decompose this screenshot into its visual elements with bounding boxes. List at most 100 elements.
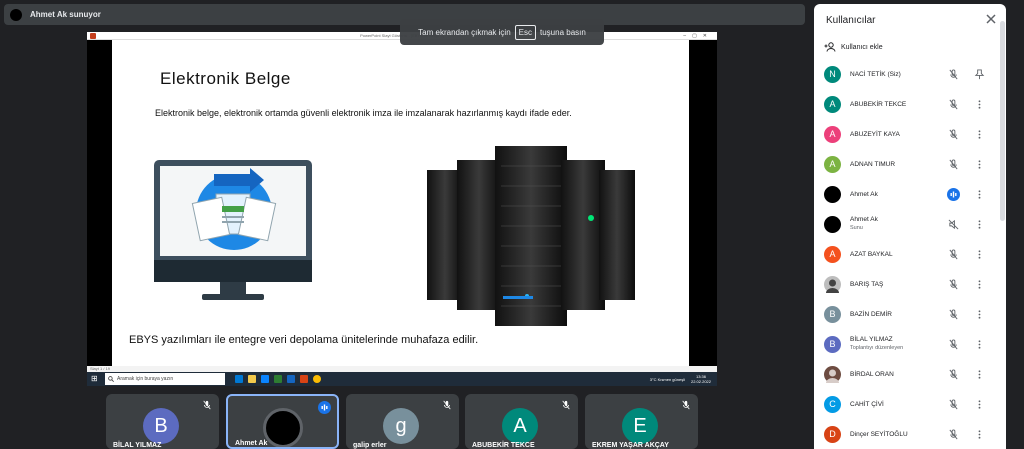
more-options-icon[interactable] [974, 219, 985, 230]
more-options-icon[interactable] [974, 429, 985, 440]
clock-date: 22.02.2022 [690, 379, 711, 384]
participant-row[interactable]: Ahmet Ak Sunu [814, 210, 1006, 240]
mic-off-icon [949, 429, 958, 440]
participant-tile[interactable]: g galip erler [346, 394, 459, 449]
toast-text-before: Tam ekrandan çıkmak için [418, 27, 511, 37]
participant-row[interactable]: D Dinçer SEYİTOĞLU [814, 420, 1006, 449]
participant-name: AZAT BAYKAL [850, 251, 893, 258]
edge-icon[interactable] [261, 375, 269, 383]
participant-name: CAHİT ÇİVİ [850, 401, 884, 408]
more-options-icon[interactable] [974, 189, 985, 200]
participant-avatar: B [824, 336, 841, 353]
more-options-icon[interactable] [974, 279, 985, 290]
mic-off-icon [203, 400, 211, 410]
participant-avatar: N [824, 66, 841, 83]
mic-off-icon [562, 400, 570, 410]
slide-title: Elektronik Belge [160, 69, 291, 88]
participant-tile[interactable]: A ABUBEKİR TEKCE [465, 394, 578, 449]
more-options-icon[interactable] [974, 369, 985, 380]
tile-avatar [263, 408, 303, 447]
chrome-icon[interactable] [313, 375, 321, 383]
pin-icon[interactable] [974, 69, 985, 80]
participant-avatar: A [824, 246, 841, 263]
close-icon[interactable] [984, 12, 998, 26]
toast-text-after: tuşuna basın [540, 27, 586, 37]
participant-name: Dinçer SEYİTOĞLU [850, 431, 908, 438]
more-options-icon[interactable] [974, 129, 985, 140]
participant-row[interactable]: A ADNAN TIMUR [814, 150, 1006, 180]
participant-avatar: C [824, 396, 841, 413]
esc-key-badge: Esc [514, 24, 536, 40]
more-options-icon[interactable] [974, 159, 985, 170]
participant-row[interactable]: A ABUBEKİR TEKCE [814, 90, 1006, 120]
tile-avatar: E [622, 408, 658, 444]
more-options-icon[interactable] [974, 99, 985, 110]
windows-taskbar: ⊞ Aramak için buraya yazın 3°C Kısmen gü… [87, 372, 717, 386]
participant-row[interactable]: BİRDAL ORAN [814, 360, 1006, 390]
more-options-icon[interactable] [974, 339, 985, 350]
add-user-label: Kullanıcı ekle [841, 43, 883, 51]
slide: Elektronik Belge Elektronik belge, elekt… [112, 40, 689, 366]
mic-off-icon [949, 279, 958, 290]
mic-off-icon [949, 249, 958, 260]
participant-name: BARIŞ TAŞ [850, 281, 884, 288]
participant-row[interactable]: B BAZİN DEMİR [814, 300, 1006, 330]
participant-row[interactable]: N NACİ TETİK (Siz) [814, 60, 1006, 90]
powerpoint-taskbar-icon[interactable] [300, 375, 308, 383]
participant-subtitle: Sunu [850, 225, 863, 231]
slide-area: Elektronik Belge Elektronik belge, elekt… [87, 40, 717, 366]
word-icon[interactable] [287, 375, 295, 383]
more-options-icon[interactable] [974, 309, 985, 320]
participant-tile-active[interactable]: Ahmet Ak [226, 394, 339, 449]
taskbar-clock[interactable]: 13:36 22.02.2022 [691, 374, 711, 384]
participant-tile[interactable]: B BİLAL YILMAZ [106, 394, 219, 449]
participant-avatar: D [824, 426, 841, 443]
slide-subtitle: Elektronik belge, elektronik ortamda güv… [155, 108, 572, 118]
server-rack-illustration [427, 146, 635, 326]
mic-off-icon [682, 400, 690, 410]
more-options-icon[interactable] [974, 399, 985, 410]
shared-screen: PowerPoint Slayt Gösterisi - [EBYS ve Be… [87, 32, 717, 386]
window-controls-icon: –▢✕ [683, 33, 713, 39]
add-person-icon [824, 42, 836, 52]
people-panel: Kullanıcılar Kullanıcı ekle N NACİ TETİK… [814, 4, 1006, 449]
tile-name: galip erler [353, 442, 387, 449]
participant-avatar: B [824, 306, 841, 323]
windows-start-icon[interactable]: ⊞ [91, 374, 101, 384]
participant-avatar: A [824, 126, 841, 143]
participant-name: Ahmet Ak [850, 191, 878, 198]
presenter-avatar [10, 8, 22, 21]
taskbar-search-placeholder: Aramak için buraya yazın [117, 376, 174, 382]
participant-row[interactable]: Ahmet Ak [814, 180, 1006, 210]
file-explorer-icon[interactable] [248, 375, 256, 383]
participant-photo-avatar [824, 366, 841, 383]
mic-off-icon [949, 309, 958, 320]
slide-footer: EBYS yazılımları ile entegre veri depola… [129, 334, 479, 346]
participant-row[interactable]: A ABUZEYİT KAYA [814, 120, 1006, 150]
task-view-icon[interactable] [235, 375, 243, 383]
speaking-indicator-icon [947, 188, 960, 201]
participant-row[interactable]: A AZAT BAYKAL [814, 240, 1006, 270]
participant-photo-avatar [824, 276, 841, 293]
taskbar-apps [235, 375, 321, 383]
add-user-button[interactable]: Kullanıcı ekle [824, 42, 883, 52]
participant-name: ABUZEYİT KAYA [850, 131, 900, 138]
participant-row[interactable]: C CAHİT ÇİVİ [814, 390, 1006, 420]
tile-avatar: B [143, 408, 179, 444]
participant-row[interactable]: BARIŞ TAŞ [814, 270, 1006, 300]
meet-window: Ahmet Ak sunuyor PowerPoint Slayt Göster… [0, 0, 1024, 449]
mic-off-icon [443, 400, 451, 410]
participant-name: BİLAL YILMAZ [850, 336, 893, 343]
taskbar-search-box[interactable]: Aramak için buraya yazın [105, 373, 225, 385]
excel-icon[interactable] [274, 375, 282, 383]
tile-avatar: g [383, 408, 419, 444]
participant-row[interactable]: B BİLAL YILMAZ Toplantıyı düzenleyen [814, 330, 1006, 360]
presenter-label: Ahmet Ak sunuyor [30, 10, 101, 19]
participant-subtitle: Toplantıyı düzenleyen [850, 345, 904, 351]
tile-name: Ahmet Ak [235, 440, 268, 447]
system-tray: 3°C Kısmen güneşli 13:36 22.02.2022 [650, 374, 711, 384]
mic-off-icon [949, 399, 958, 410]
participant-tile[interactable]: E EKREM YAŞAR AKÇAY [585, 394, 698, 449]
more-options-icon[interactable] [974, 249, 985, 260]
tile-name: BİLAL YILMAZ [113, 442, 162, 449]
